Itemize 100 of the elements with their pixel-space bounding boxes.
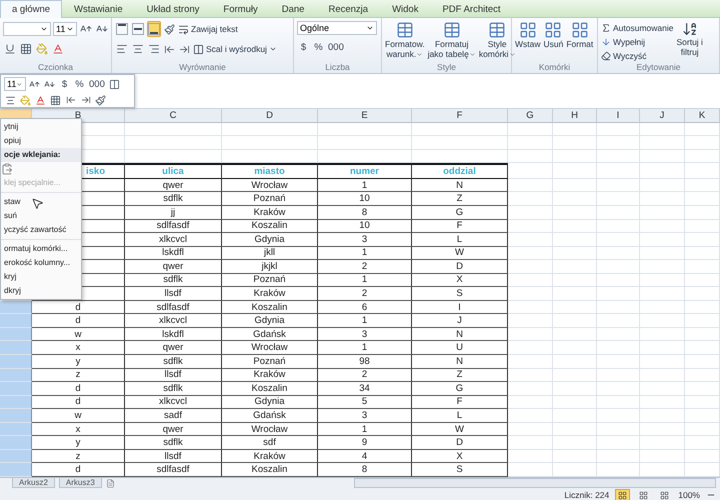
table-cell: Wrocław [222, 341, 318, 355]
ribbon-tab[interactable]: PDF Architect [430, 0, 513, 18]
table-cell: X [412, 450, 508, 464]
table-cell: 6 [318, 300, 412, 314]
table-cell: X [412, 274, 508, 288]
group-label: Wyrównanie [179, 62, 226, 73]
autosum-button[interactable]: Autosumowanie [601, 21, 674, 34]
column-header[interactable]: K [685, 109, 720, 123]
table-cell: Wrocław [222, 422, 318, 436]
group-label: Liczba [325, 62, 350, 73]
table-cell: 9 [318, 436, 412, 450]
sort-filter-button[interactable]: Sortuj i filtruj [676, 21, 703, 62]
style-button[interactable]: Formatow. warunk. [385, 21, 425, 62]
table-cell: lskdfl [125, 246, 222, 260]
menu-item[interactable]: ytnij [1, 120, 81, 134]
number-format-button[interactable]: % [312, 39, 325, 55]
ribbon-tab[interactable]: Dane [270, 0, 316, 18]
cells-button[interactable]: Format [566, 21, 594, 62]
table-cell: d [32, 382, 125, 396]
menu-item[interactable]: ormatuj komórki... [1, 242, 81, 256]
table-cell: 3 [318, 409, 412, 423]
table-cell: 10 [318, 192, 412, 206]
table-cell: F [412, 220, 508, 234]
fill-button[interactable]: Wypełnij [601, 35, 674, 48]
table-cell: Gdynia [222, 233, 318, 247]
number-format-button[interactable]: % [73, 76, 86, 92]
table-cell: sdflk [125, 436, 222, 450]
style-button[interactable]: Formatuj jako tabelę [428, 21, 476, 62]
number-format-button[interactable]: 000 [327, 39, 345, 55]
ribbon-tab[interactable]: Układ strony [134, 0, 212, 18]
number-format-button[interactable]: $ [297, 39, 310, 55]
table-cell: jj [125, 206, 222, 220]
table-cell: llsdf [125, 368, 222, 382]
column-header[interactable]: E [318, 109, 412, 123]
column-header[interactable]: D [222, 109, 318, 123]
font-size-field[interactable]: 11 [53, 22, 77, 36]
table-cell: llsdf [125, 450, 222, 464]
ribbon-tab[interactable]: Formuły [211, 0, 270, 18]
table-cell: Koszalin [222, 382, 318, 396]
table-cell: Z [412, 192, 508, 206]
column-header[interactable]: I [597, 109, 640, 123]
table-cell: Gdynia [222, 314, 318, 328]
column-header[interactable]: J [640, 109, 685, 123]
table-cell: G [412, 206, 508, 220]
table-cell: N [412, 178, 508, 192]
number-format-button[interactable]: 000 [88, 76, 106, 92]
cells-button[interactable]: Wstaw [515, 21, 540, 62]
table-cell: 2 [318, 368, 412, 382]
column-title: oddzial [412, 162, 508, 179]
merge-center-button[interactable]: Scal i wyśrodkuj [193, 42, 277, 56]
menu-item[interactable]: dkryj [1, 284, 81, 298]
ribbon-tab[interactable]: Widok [380, 0, 430, 18]
menu-item[interactable]: opiuj [1, 134, 81, 148]
table-cell: Koszalin [222, 220, 318, 234]
table-cell: jkll [222, 246, 318, 260]
table-cell: N [412, 355, 508, 369]
table-cell: N [412, 328, 508, 342]
cells-button[interactable]: Usuń [544, 21, 564, 62]
table-cell: 5 [318, 396, 412, 410]
wrap-text-button[interactable]: Zawijaj tekst [178, 22, 238, 36]
sheet-tab[interactable]: Arkusz2 [12, 478, 55, 488]
menu-item[interactable]: suń [1, 209, 81, 223]
ribbon-tab[interactable]: Wstawianie [62, 0, 135, 18]
status-count: Licznik: 224 [564, 490, 610, 500]
menu-item[interactable]: erokość kolumny... [1, 256, 81, 270]
table-cell: 10 [318, 220, 412, 234]
menu-item[interactable]: staw [1, 195, 81, 209]
menu-item[interactable]: yczyść zawartość [1, 223, 81, 237]
number-format-button[interactable]: $ [58, 76, 71, 92]
ribbon-tab[interactable]: Recenzja [316, 0, 380, 18]
column-header[interactable]: F [412, 109, 508, 123]
style-button[interactable]: Style komórki [478, 21, 516, 62]
table-cell: y [32, 436, 125, 450]
ribbon-tab[interactable]: a główne [0, 0, 62, 18]
number-format-field[interactable]: Ogólne [297, 21, 377, 35]
table-cell: 1 [318, 341, 412, 355]
column-header[interactable]: C [125, 109, 222, 123]
menu-item[interactable]: kryj [1, 270, 81, 284]
table-cell: Gdańsk [222, 328, 318, 342]
table-cell: 3 [318, 233, 412, 247]
table-cell: Koszalin [222, 300, 318, 314]
table-cell: sdflk [125, 192, 222, 206]
clear-button[interactable]: Wyczyść [601, 49, 674, 62]
table-cell: 8 [318, 206, 412, 220]
table-cell: I [412, 300, 508, 314]
table-cell: sdflk [125, 355, 222, 369]
table-cell: Gdańsk [222, 409, 318, 423]
menu-header: ocje wklejania: [1, 148, 81, 162]
table-cell: sadf [125, 409, 222, 423]
table-cell: 34 [318, 382, 412, 396]
sheet-tab[interactable]: Arkusz3 [58, 478, 102, 488]
table-cell: x [32, 422, 125, 436]
group-label: Komórki [538, 62, 570, 73]
font-size-field[interactable]: 11 [4, 77, 26, 91]
column-header[interactable]: H [553, 109, 597, 123]
table-cell: F [412, 396, 508, 410]
table-cell: sdflk [125, 382, 222, 396]
column-header[interactable]: G [508, 109, 553, 123]
table-cell: U [412, 341, 508, 355]
table-cell: 1 [318, 178, 412, 192]
